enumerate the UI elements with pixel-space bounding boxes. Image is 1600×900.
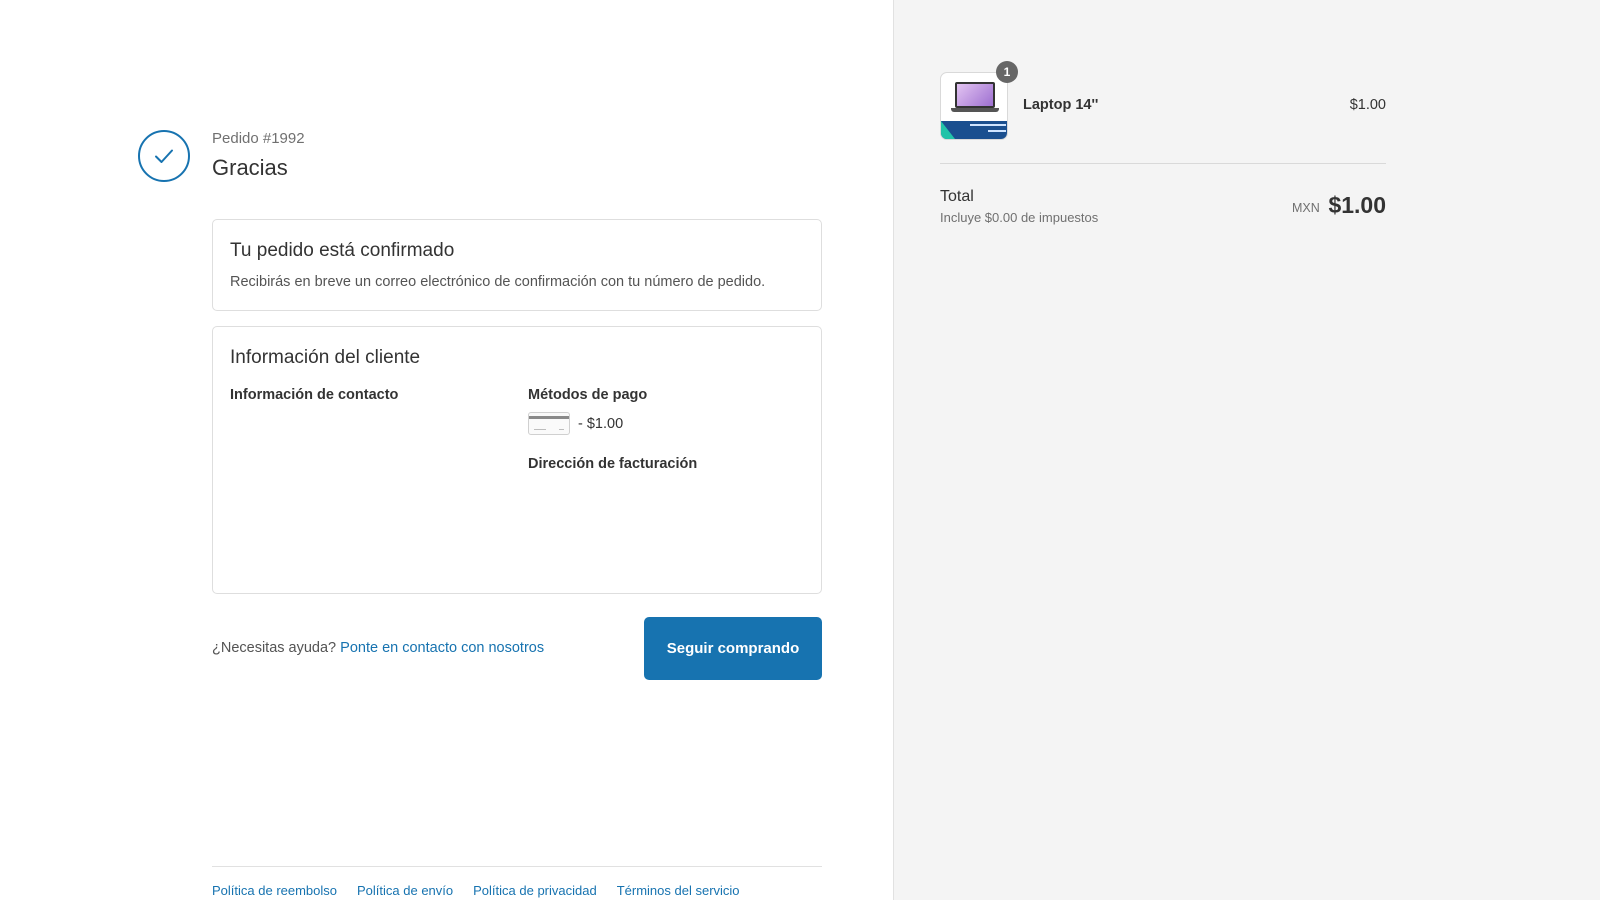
confirmation-title: Tu pedido está confirmado <box>230 240 455 261</box>
total-amount: $1.00 <box>1328 192 1386 218</box>
customer-info-card: Información del cliente Información de c… <box>212 326 822 594</box>
help-prefix: ¿Necesitas ayuda? <box>212 640 337 656</box>
payment-amount: - $1.00 <box>578 415 624 432</box>
customer-info-title: Información del cliente <box>230 347 421 368</box>
confirmation-text: Recibirás en breve un correo electrónico… <box>230 274 766 290</box>
summary-divider <box>940 163 1386 164</box>
billing-address-heading: Dirección de facturación <box>528 456 698 472</box>
contact-info-section: Información de contacto <box>230 387 398 403</box>
footer-links: Política de reembolso Política de envío … <box>212 883 740 898</box>
total-label: Total <box>940 188 974 205</box>
product-price: $1.00 <box>1349 97 1386 113</box>
continue-shopping-button[interactable]: Seguir comprando <box>644 617 822 680</box>
contact-info-heading: Información de contacto <box>230 387 399 403</box>
summary-product-row: 1 Laptop 14'' $1.00 <box>940 61 1386 140</box>
quantity-badge: 1 <box>996 61 1018 83</box>
thank-you-heading: Gracias <box>212 155 288 180</box>
currency-code: MXN <box>1292 201 1320 215</box>
tax-note: Incluye $0.00 de impuestos <box>940 210 1099 225</box>
order-number: Pedido #1992 <box>212 130 305 147</box>
footer-divider <box>212 866 822 867</box>
order-confirmed-card: Tu pedido está confirmado Recibirás en b… <box>212 219 822 311</box>
refund-policy-link[interactable]: Política de reembolso <box>212 883 337 898</box>
laptop-base-graphic <box>951 108 999 112</box>
payment-methods-heading: Métodos de pago <box>528 387 648 403</box>
shipping-policy-link[interactable]: Política de envío <box>357 883 453 898</box>
help-row: ¿Necesitas ayuda? Ponte en contacto con … <box>212 640 544 656</box>
main-column: Pedido #1992 Gracias Tu pedido está conf… <box>0 0 893 900</box>
product-name: Laptop 14'' <box>1023 97 1099 113</box>
privacy-policy-link[interactable]: Política de privacidad <box>473 883 597 898</box>
credit-card-icon <box>528 412 570 435</box>
product-thumbnail <box>940 72 1008 140</box>
laptop-screen-graphic <box>955 82 995 108</box>
check-icon <box>138 130 190 182</box>
product-banner-graphic <box>941 121 1007 139</box>
terms-of-service-link[interactable]: Términos del servicio <box>617 883 740 898</box>
payment-method-line: - $1.00 <box>528 412 808 435</box>
contact-us-link[interactable]: Ponte en contacto con nosotros <box>340 640 544 656</box>
payment-section: Métodos de pago - $1.00 Dirección de fac… <box>528 387 808 472</box>
